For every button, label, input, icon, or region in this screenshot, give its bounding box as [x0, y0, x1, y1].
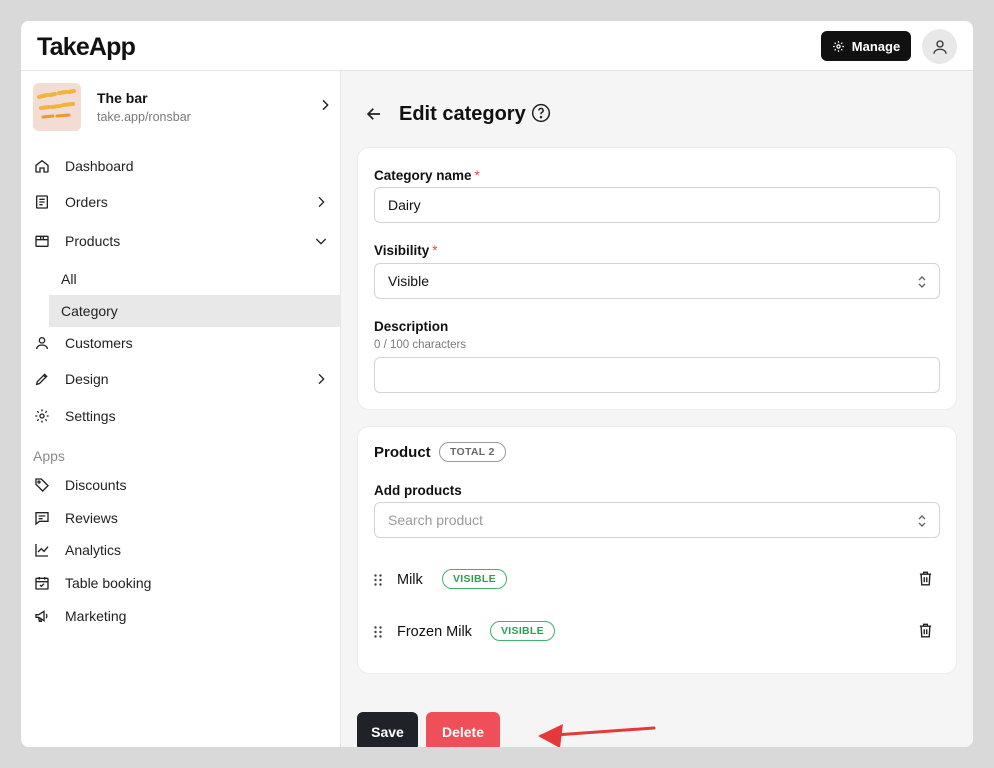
sidebar-item-dashboard[interactable]: Dashboard [21, 151, 341, 181]
sidebar-item-orders[interactable]: Orders [21, 187, 341, 217]
user-icon [34, 335, 50, 351]
sidebar-item-label: Design [65, 371, 109, 387]
store-url: take.app/ronsbar [97, 110, 191, 124]
store-switcher[interactable]: The bar take.app/ronsbar [33, 83, 333, 131]
sidebar-item-design[interactable]: Design [21, 364, 341, 394]
back-arrow-icon[interactable] [365, 105, 383, 123]
search-product-placeholder: Search product [388, 512, 483, 528]
sidebar-subitem-label: Category [61, 303, 118, 319]
tag-icon [34, 477, 50, 493]
top-bar: TakeApp Manage [21, 21, 973, 71]
visible-badge: VISIBLE [442, 569, 507, 589]
product-name: Milk [397, 572, 423, 588]
gear-icon [832, 40, 845, 53]
products-title: Product [374, 444, 431, 461]
select-chevrons-icon [916, 275, 928, 289]
pen-icon [34, 371, 50, 387]
sidebar-subitem-all[interactable]: All [49, 263, 341, 295]
category-name-label: Category name * [374, 168, 480, 183]
box-icon [34, 233, 50, 249]
app-window: TakeApp Manage The bar take.app/ronsbar [21, 21, 973, 747]
save-button[interactable]: Save [357, 712, 418, 747]
store-name: The bar [97, 90, 148, 106]
user-icon [931, 38, 949, 56]
sidebar-item-label: Analytics [65, 542, 122, 558]
products-card: Product TOTAL 2 Add products Search prod… [357, 426, 957, 674]
question-circle-icon[interactable] [531, 103, 551, 123]
chevron-right-icon [313, 371, 329, 387]
select-chevrons-icon [916, 514, 928, 528]
chevron-down-icon [313, 233, 329, 249]
drag-handle-icon[interactable] [374, 574, 382, 586]
chevron-right-icon [313, 194, 329, 210]
sidebar-item-label: Discounts [65, 477, 127, 493]
trash-icon[interactable] [918, 570, 933, 587]
sidebar-item-analytics[interactable]: Analytics [21, 535, 341, 565]
description-char-count: 0 / 100 characters [374, 339, 467, 351]
megaphone-icon [34, 608, 50, 624]
category-name-input[interactable]: Dairy [374, 187, 940, 223]
visibility-select[interactable]: Visible [374, 263, 940, 299]
drag-handle-icon[interactable] [374, 626, 382, 638]
sidebar-item-table-booking[interactable]: Table booking [21, 568, 341, 598]
message-icon [34, 510, 50, 526]
manage-label: Manage [851, 38, 901, 54]
chevron-right-icon [317, 97, 333, 113]
visibility-label-text: Visibility [374, 243, 430, 258]
required-mark: * [474, 168, 480, 183]
sidebar-item-label: Orders [65, 194, 108, 210]
calendar-icon [34, 575, 50, 591]
annotation-arrow-icon [511, 715, 661, 747]
visibility-label: Visibility * [374, 243, 438, 258]
sidebar-item-settings[interactable]: Settings [21, 401, 341, 431]
sidebar-item-marketing[interactable]: Marketing [21, 601, 341, 631]
chart-icon [34, 542, 50, 558]
page-title: Edit category [399, 103, 526, 125]
home-icon [34, 158, 50, 174]
receipt-icon [34, 194, 50, 210]
description-label: Description [374, 319, 449, 334]
sidebar-item-reviews[interactable]: Reviews [21, 503, 341, 533]
app-logo[interactable]: TakeApp [37, 33, 136, 62]
main-content: Edit category Category name * Dairy Visib… [341, 71, 973, 747]
category-name-label-text: Category name [374, 168, 472, 183]
description-textarea[interactable] [374, 357, 940, 393]
sidebar-item-customers[interactable]: Customers [21, 328, 341, 358]
sidebar-item-label: Products [65, 233, 121, 249]
category-details-card: Category name * Dairy Visibility * Visible… [357, 147, 957, 410]
sidebar: The bar take.app/ronsbar Dashboard Order… [21, 71, 341, 747]
manage-button[interactable]: Manage [821, 31, 911, 61]
user-avatar-button[interactable] [922, 29, 957, 64]
product-name: Frozen Milk [397, 624, 472, 640]
trash-icon[interactable] [918, 622, 933, 639]
gear-icon [34, 408, 50, 424]
sidebar-item-label: Reviews [65, 510, 118, 526]
sidebar-item-label: Settings [65, 408, 116, 424]
sidebar-item-label: Customers [65, 335, 133, 351]
sidebar-item-label: Table booking [65, 575, 152, 591]
required-mark: * [432, 243, 438, 258]
sidebar-subitem-category[interactable]: Category [49, 295, 341, 327]
sidebar-item-products[interactable]: Products [21, 226, 341, 256]
sidebar-item-label: Marketing [65, 608, 127, 624]
category-name-value: Dairy [388, 197, 421, 213]
sidebar-item-label: Dashboard [65, 158, 134, 174]
product-row: Frozen Milk VISIBLE [358, 618, 958, 648]
visible-badge: VISIBLE [490, 621, 555, 641]
visibility-value: Visible [388, 273, 429, 289]
search-product-select[interactable]: Search product [374, 502, 940, 538]
sidebar-subitem-label: All [61, 271, 77, 287]
store-logo [33, 83, 81, 131]
delete-button[interactable]: Delete [426, 712, 500, 747]
product-row: Milk VISIBLE [358, 566, 958, 596]
sidebar-item-discounts[interactable]: Discounts [21, 470, 341, 500]
apps-heading: Apps [33, 448, 65, 464]
add-products-label: Add products [374, 483, 462, 498]
total-badge: TOTAL 2 [439, 442, 506, 462]
